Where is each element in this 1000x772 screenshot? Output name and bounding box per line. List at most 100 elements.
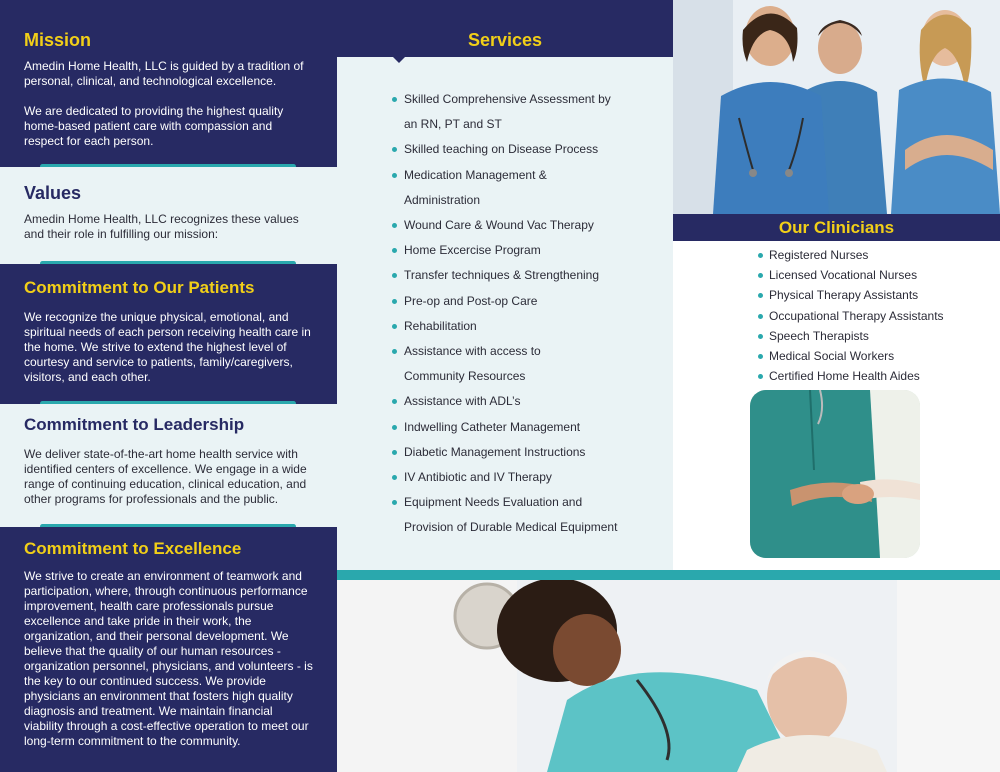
services-list-item: Medication Management & <box>392 163 665 188</box>
bullet-dot-icon <box>392 223 397 229</box>
clinicians-list-item: Speech Therapists <box>758 326 944 346</box>
services-item-text: IV Antibiotic and IV Therapy <box>404 470 552 485</box>
clinicians-list-item: Medical Social Workers <box>758 346 944 366</box>
clinicians-panel: Our Clinicians Registered Nurses Licensed… <box>673 0 1000 570</box>
bullet-dot-icon <box>758 293 763 299</box>
services-list-item: Assistance with access to <box>392 339 665 364</box>
bullet-dot-icon <box>758 253 763 258</box>
bullet-dot-icon <box>392 172 397 178</box>
services-item-text: Provision of Durable Medical Equipment <box>404 520 618 535</box>
bullet-dot-icon <box>392 147 397 153</box>
bullet-dot-icon <box>758 354 763 360</box>
leadership-title: Commitment to Leadership <box>24 415 245 434</box>
excellence-section: Commitment to Excellence We strive to cr… <box>0 527 337 772</box>
bullet-dot-icon <box>758 313 763 319</box>
leadership-text: We deliver state-of-the-art home health … <box>24 447 307 506</box>
values-title: Values <box>24 183 82 203</box>
bullet-dot-icon <box>392 399 397 405</box>
services-item-text: Assistance with ADL’s <box>404 394 521 409</box>
mission-text-1: Amedin Home Health, LLC is guided by a t… <box>24 59 304 88</box>
bullet-dot-icon <box>392 424 397 430</box>
bullet-dot-icon <box>392 349 397 355</box>
clinicians-item-text: Registered Nurses <box>769 248 869 262</box>
services-item-text: Medication Management & <box>404 167 547 182</box>
services-item-text: Indwelling Catheter Management <box>404 419 581 434</box>
clinicians-item-text: Certified Home Health Aides <box>769 369 920 384</box>
bullet-dot-icon <box>392 500 397 506</box>
services-list-item: Indwelling Catheter Management <box>392 415 665 440</box>
services-item-text: Skilled Comprehensive Assessment by <box>404 92 611 106</box>
services-item-text: Rehabilitation <box>404 318 477 333</box>
services-list-item: Home Excercise Program <box>392 238 665 263</box>
bullet-dot-icon <box>392 449 397 455</box>
services-list-item: Transfer techniques & Strengthening <box>392 263 665 288</box>
services-item-text: Wound Care & Wound Vac Therapy <box>404 218 594 233</box>
mission-title: Mission <box>24 30 92 50</box>
services-item-text: Administration <box>404 192 481 207</box>
patients-section: Commitment to Our Patients We recognize … <box>0 264 337 404</box>
bullet-dot-icon <box>758 374 763 380</box>
mission-text-2: We are dedicated to providing the highes… <box>24 104 284 148</box>
excellence-title: Commitment to Excellence <box>24 539 242 558</box>
bullet-dot-icon <box>392 97 397 102</box>
bullet-dot-icon <box>392 298 397 304</box>
services-item-text: Community Resources <box>404 369 526 384</box>
holding-hands-photo <box>750 390 920 558</box>
patients-text: We recognize the unique physical, emotio… <box>24 310 311 384</box>
services-list-item: Skilled teaching on Disease Process <box>392 137 665 162</box>
bullet-dot-icon <box>392 273 397 279</box>
bullet-dot-icon <box>758 333 763 339</box>
leadership-section: Commitment to Leadership We deliver stat… <box>0 404 337 527</box>
mission-section: Mission Amedin Home Health, LLC is guide… <box>0 0 337 167</box>
clinicians-item-text: Speech Therapists <box>769 328 869 343</box>
clinicians-list-item: Licensed Vocational Nurses <box>758 265 944 285</box>
services-list-item: Provision of Durable Medical Equipment <box>395 515 665 540</box>
clinicians-team-photo <box>673 0 1000 214</box>
services-item-text: Assistance with access to <box>404 344 541 359</box>
clinicians-list-item: Registered Nurses <box>758 245 944 265</box>
teal-band <box>337 570 1000 580</box>
services-list-item: Rehabilitation <box>392 314 665 339</box>
nurse-with-patient-photo <box>337 580 1000 772</box>
services-item-text: Pre-op and Post-op Care <box>404 293 538 308</box>
services-header: Services <box>337 0 673 57</box>
header-notch <box>392 56 406 63</box>
clinicians-header: Our Clinicians <box>673 214 1000 241</box>
services-list-item: an RN, PT and ST <box>395 112 665 137</box>
excellence-text: We strive to create an environment of te… <box>24 569 313 748</box>
clinicians-item-text: Physical Therapy Assistants <box>769 288 919 303</box>
services-list-item: Administration <box>395 188 665 213</box>
patients-title: Commitment to Our Patients <box>24 278 255 297</box>
bullet-dot-icon <box>758 273 763 279</box>
services-item-text: Home Excercise Program <box>404 243 541 258</box>
values-section: Values Amedin Home Health, LLC recognize… <box>0 167 337 264</box>
services-list-item: Pre-op and Post-op Care <box>392 289 665 314</box>
bullet-dot-icon <box>392 248 397 254</box>
services-item-text: Skilled teaching on Disease Process <box>404 142 599 157</box>
services-list-item: Skilled Comprehensive Assessment by <box>392 87 665 112</box>
services-list-item: Equipment Needs Evaluation and <box>392 490 665 515</box>
clinicians-item-text: Occupational Therapy Assistants <box>769 308 944 323</box>
services-item-text: an RN, PT and ST <box>404 117 502 132</box>
clinicians-item-text: Medical Social Workers <box>769 349 895 364</box>
values-text: Amedin Home Health, LLC recognizes these… <box>24 212 299 241</box>
bullet-dot-icon <box>392 475 397 481</box>
clinicians-list-item: Certified Home Health Aides <box>758 366 944 386</box>
services-item-text: Equipment Needs Evaluation and <box>404 495 583 510</box>
services-list: Skilled Comprehensive Assessment by an RN… <box>392 87 665 541</box>
services-list-item: Wound Care & Wound Vac Therapy <box>392 213 665 238</box>
clinicians-list: Registered Nurses Licensed Vocational Nur… <box>758 245 944 386</box>
clinicians-item-text: Licensed Vocational Nurses <box>769 268 918 283</box>
bullet-dot-icon <box>392 323 397 329</box>
services-item-text: Transfer techniques & Strengthening <box>404 268 600 283</box>
clinicians-title: Our Clinicians <box>778 218 895 237</box>
clinicians-list-item: Occupational Therapy Assistants <box>758 306 944 326</box>
services-list-item: Diabetic Management Instructions <box>392 440 665 465</box>
services-list-item: Community Resources <box>395 364 665 389</box>
clinicians-list-item: Physical Therapy Assistants <box>758 285 944 305</box>
left-panel: Mission Amedin Home Health, LLC is guide… <box>0 0 337 772</box>
services-item-text: Diabetic Management Instructions <box>404 444 586 459</box>
services-title: Services <box>467 30 543 50</box>
services-panel: Services Skilled Comprehensive Assessmen… <box>337 0 673 570</box>
services-list-item: IV Antibiotic and IV Therapy <box>392 465 665 490</box>
